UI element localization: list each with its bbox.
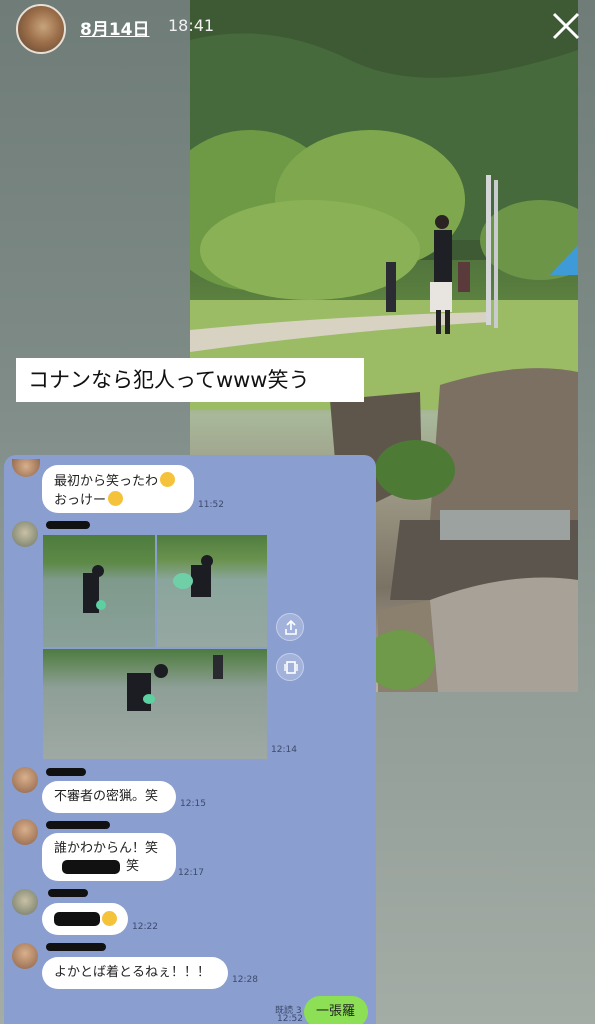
redacted-name [46,768,86,776]
message-time: 11:52 [198,500,224,510]
laughing-emoji-icon [160,472,176,487]
share-button[interactable] [276,613,304,641]
redacted-name [48,889,88,897]
sender-avatar [12,459,40,477]
message-time: 12:22 [132,922,158,932]
message-time: 12:14 [271,745,297,755]
message-line: 誰かわからん！笑 [54,841,159,856]
message-time: 12:52 [277,1014,303,1024]
message-bubble [42,903,128,935]
redacted-name [46,521,90,529]
redacted-name [46,943,106,951]
message-line: おっけー [54,493,107,508]
redacted-text [62,860,120,874]
sender-avatar [12,767,38,793]
message-line: 最初から笑ったわ [54,474,159,489]
story-time: 18:41 [168,16,215,35]
message-time: 12:28 [232,975,258,985]
sender-avatar [12,889,38,915]
copy-icon [284,661,298,674]
message-bubble: 不審者の密猟。笑 [42,781,176,813]
outgoing-bubble: 一張羅 [304,996,368,1024]
chat-photo[interactable] [157,535,267,647]
caption-text: コナンなら犯人ってwww笑う [16,358,364,402]
smile-emoji-icon [108,491,124,506]
sender-avatar [12,943,38,969]
story-header: 8月14日 18:41 [0,0,595,56]
chat-screenshot: 最初から笑ったわ おっけー 11:52 12:14 不審者の密猟。笑 12:15… [4,455,376,1024]
sender-avatar [12,819,38,845]
redacted-text [54,912,100,926]
chat-photo[interactable] [43,649,267,759]
message-bubble: 誰かわからん！笑 笑 [42,833,176,881]
message-bubble: よかとば着とるねぇ！！！ [42,957,228,989]
redacted-name [46,821,110,829]
avatar[interactable] [16,4,66,54]
chat-photo[interactable] [43,535,155,647]
message-bubble: 最初から笑ったわ おっけー [42,465,194,513]
emoji-icon [102,911,117,926]
copy-button[interactable] [276,653,304,681]
message-time: 12:17 [178,868,204,878]
close-button[interactable] [549,9,583,43]
close-icon [552,12,580,40]
sender-avatar [12,521,38,547]
share-icon [285,620,297,635]
story-date[interactable]: 8月14日 [80,15,150,40]
message-time: 12:15 [180,799,206,809]
